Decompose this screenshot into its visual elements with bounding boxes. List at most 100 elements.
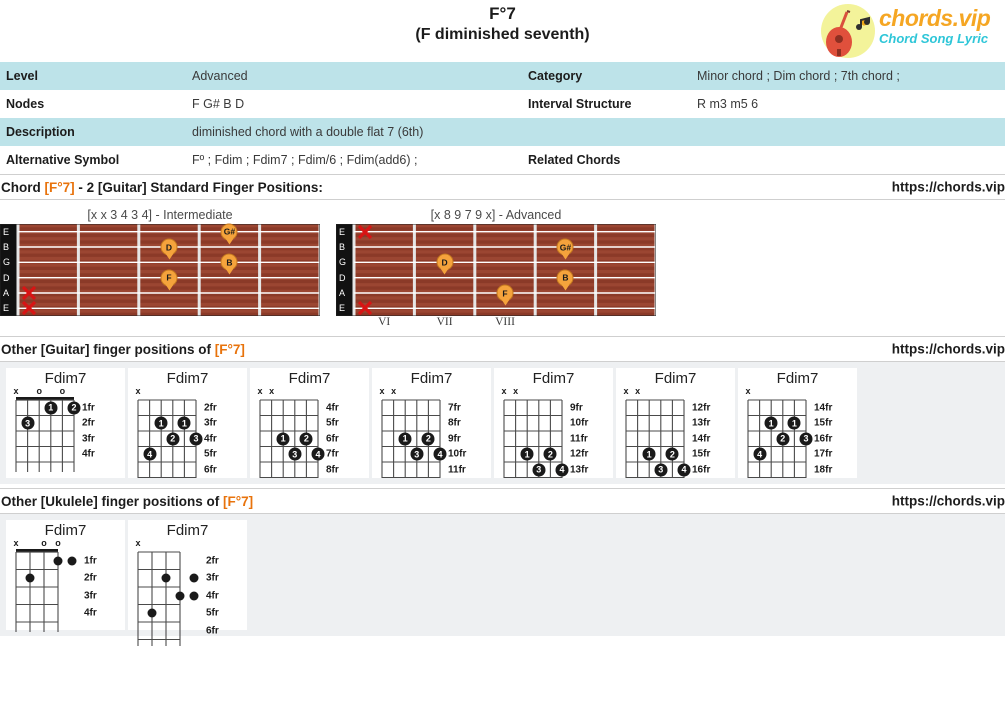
fret-number-label: 6fr [204,464,217,476]
chord-diagram[interactable]: Fdim7 x 2fr 3fr 4fr 5fr 6fr 1 1 2 3 4 [128,368,247,478]
finger-dot: 1 [787,416,801,430]
fretboard-note-marker: D [160,238,178,256]
fret-number-label: 12fr [692,402,711,414]
fret-number-label: 1fr [84,555,97,567]
info-value: Minor chord ; Dim chord ; 7th chord ; [685,62,1005,90]
finger-dot: 1 [154,416,168,430]
finger-dot: 3 [799,432,813,446]
logo-text: chords.vip Chord Song Lyric [878,5,992,47]
section-guitar-chord: [F°7] [214,341,245,357]
fret-number-label: 13fr [692,417,711,429]
section-guitar-positions: Other [Guitar] finger positions of [F°7]… [0,336,1005,362]
muted-string-icon: x [13,386,19,396]
fret-number-label: 10fr [448,448,467,460]
info-value: R m3 m5 6 [685,90,1005,118]
finger-dot [53,556,63,566]
fretboard-grid: E B G D A E G# D B F [336,224,656,316]
fret-number-label: 11fr [448,464,466,476]
muted-string-icon: x [745,386,751,396]
site-logo[interactable]: chords.vip Chord Song Lyric [815,2,1001,60]
finger-dot: 3 [21,416,35,430]
section-ukulele-title: Other [Ukulele] finger positions of [F°7… [0,494,253,509]
chord-diagram[interactable]: Fdim7 x 2fr 3fr 4fr 5fr 6fr [128,520,247,646]
finger-dot [25,573,35,583]
info-label: Related Chords [522,146,685,174]
fretboard-list: [x x 3 4 3 4] - Intermediate E B G D A E G# D B F [… [0,200,1005,332]
fretboard-string-label: E [3,303,10,314]
finger-dot: 1 [276,432,290,446]
info-label: Alternative Symbol [0,146,180,174]
table-row: Alternative Symbol Fº ; Fdim ; Fdim7 ; Fd… [0,146,1005,174]
fret-number-label: 14fr [814,402,833,414]
finger-dot: 1 [177,416,191,430]
fretboard-note-marker: G# [220,223,238,241]
fret-number-label: 4fr [206,590,219,602]
chord-diagram[interactable]: Fdim7 x 14fr 15fr 16fr 17fr 18fr 1 1 2 3 4 [738,368,857,478]
table-row: Description diminished chord with a doubl… [0,118,1005,146]
chord-info-table: Level Advanced Category Minor chord ; Dim c… [0,62,1005,174]
chord-diagram[interactable]: Fdim7 x o o 1fr 2fr 3fr 4fr [6,520,125,632]
muted-string-icon [356,223,374,241]
finger-dot: 4 [677,463,691,477]
fret-number-label: 9fr [448,433,461,445]
muted-string-icon: x [13,538,19,548]
finger-dot: 2 [776,432,790,446]
fret-number-label: 3fr [206,572,219,584]
section-guitar-prefix: Other [Guitar] finger positions of [1,341,215,357]
section-standard-prefix: Chord [1,179,45,195]
section-guitar-url[interactable]: https://chords.vip [892,342,1005,357]
fret-number-label: 6fr [326,433,339,445]
finger-dot: 4 [555,463,569,477]
chord-diagram[interactable]: Fdim7 x x 12fr 13fr 14fr 15fr 16fr 1 2 3 4 [616,368,735,478]
muted-string-icon: x [135,538,141,548]
muted-string-icon: x [135,386,141,396]
finger-dot: 2 [166,432,180,446]
finger-dot: 2 [665,447,679,461]
fretboard-string-label: A [3,288,10,298]
fretboard-string-label: E [3,226,10,237]
fret-number-label: 1fr [82,402,95,414]
fret-number-label: 2fr [206,555,219,567]
muted-string-icon [20,299,38,317]
section-ukulele-chord: [F°7] [223,493,254,509]
fretboard-caption: [x x 3 4 3 4] - Intermediate [87,208,233,222]
info-label: Description [0,118,180,146]
finger-dot: 1 [520,447,534,461]
muted-string-icon: x [623,386,629,396]
section-ukulele-positions: Other [Ukulele] finger positions of [F°7… [0,488,1005,514]
finger-dot: 1 [642,447,656,461]
section-standard-url[interactable]: https://chords.vip [892,180,1005,195]
info-value [685,146,1005,174]
info-label: Level [0,62,180,90]
fretboard-string-label: G [3,257,11,268]
section-ukulele-url[interactable]: https://chords.vip [892,494,1005,509]
fret-number: VI [378,316,391,328]
open-string-icon: o [41,538,47,548]
fretboard-caption: [x 8 9 7 9 x] - Advanced [430,208,562,222]
finger-dot: 3 [532,463,546,477]
fretboard-string-label: B [3,242,10,252]
fretboard-fret-numbers [0,316,320,332]
info-label: Interval Structure [522,90,685,118]
muted-string-icon: x [635,386,641,396]
fret-number-label: 3fr [204,417,217,429]
muted-string-icon: x [501,386,507,396]
fret-number-label: 2fr [82,417,95,429]
open-string-icon: o [59,386,66,396]
open-string-icon: o [55,538,61,548]
finger-dot-outside [189,573,199,583]
info-value: Fº ; Fdim ; Fdim7 ; Fdim/6 ; Fdim(add6) … [180,146,522,174]
fretboard-string-label: A [339,288,346,298]
fret-number-label: 12fr [570,448,589,460]
muted-string-icon [356,299,374,317]
chord-diagram[interactable]: Fdim7 x x 7fr 8fr 9fr 10fr 11fr 1 2 3 4 [372,368,491,478]
finger-dot: 1 [44,401,58,415]
chord-diagram[interactable]: Fdim7 x o o 1fr 2fr 3fr 4fr 1 2 3 [6,368,125,478]
chord-diagram[interactable]: Fdim7 x x 9fr 10fr 11fr 12fr 13fr 1 2 3 4 [494,368,613,478]
info-value: F G# B D [180,90,522,118]
fretboard-string-label: B [339,242,346,252]
chord-diagram[interactable]: Fdim7 x x 4fr 5fr 6fr 7fr 8fr 1 2 3 4 [250,368,369,478]
fret-number-label: 2fr [84,572,97,584]
fret-number-label: 16fr [814,433,833,445]
finger-dot: 3 [410,447,424,461]
